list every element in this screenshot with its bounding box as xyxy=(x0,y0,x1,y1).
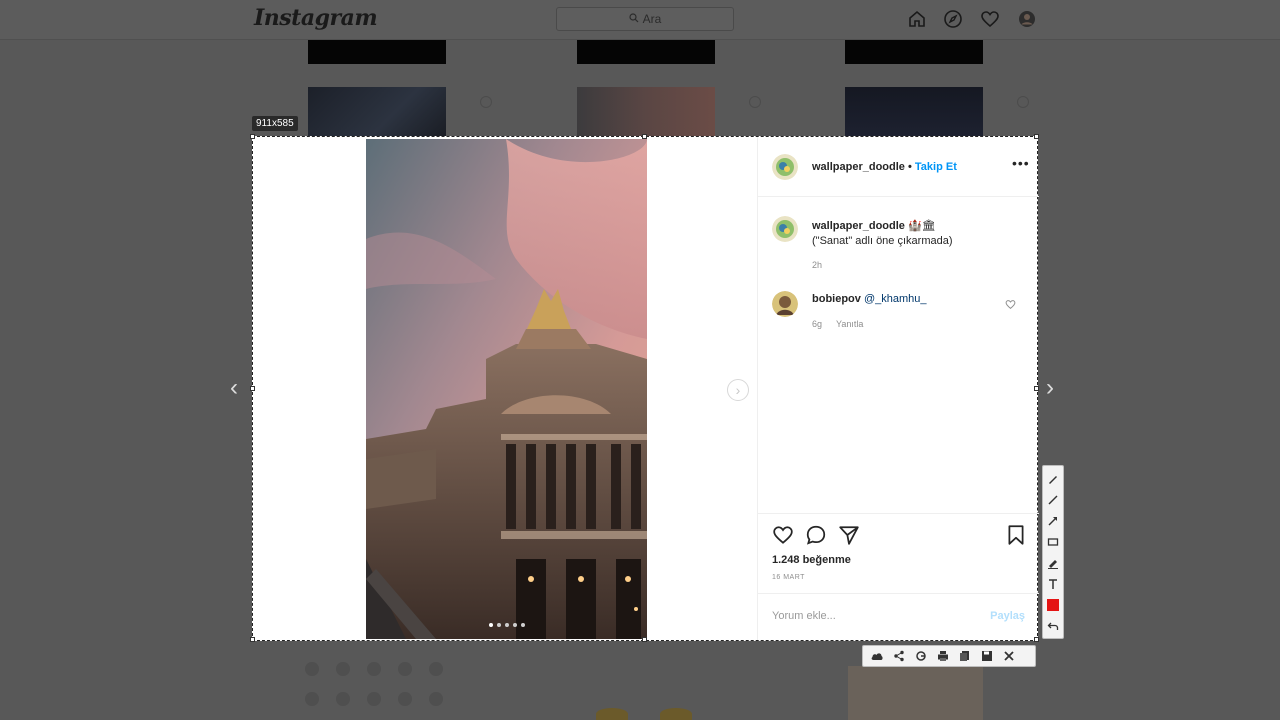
home-icon[interactable] xyxy=(906,8,928,30)
author-name[interactable]: wallpaper_doodle xyxy=(812,161,905,173)
resize-handle[interactable] xyxy=(250,386,255,391)
share-paper-plane-icon[interactable] xyxy=(838,524,860,551)
carousel-dots xyxy=(366,623,647,627)
save-icon[interactable] xyxy=(977,647,997,665)
more-options-icon[interactable]: ••• xyxy=(1012,155,1030,171)
grid-photo xyxy=(848,666,983,720)
post-actions: 1.248 beğenme 16 MART xyxy=(758,513,1039,603)
copy-icon[interactable] xyxy=(955,647,975,665)
grid-tile xyxy=(845,40,983,64)
caption-author[interactable]: wallpaper_doodle xyxy=(812,220,905,232)
heart-icon xyxy=(749,96,761,108)
chevron-left-icon[interactable]: ‹ xyxy=(230,374,238,402)
follow-button[interactable]: Takip Et xyxy=(915,161,957,173)
search-input[interactable]: Ara xyxy=(556,7,734,31)
chevron-right-icon[interactable]: › xyxy=(1046,374,1054,402)
search-icon xyxy=(629,12,639,26)
undo-icon[interactable] xyxy=(1044,617,1062,635)
comment-heart-icon[interactable] xyxy=(1005,297,1016,315)
grid-tile xyxy=(577,40,715,64)
resize-handle[interactable] xyxy=(1034,386,1039,391)
close-icon[interactable] xyxy=(999,647,1019,665)
marker-icon[interactable] xyxy=(1044,554,1062,572)
post-comment-button[interactable]: Paylaş xyxy=(990,610,1025,622)
post-photo xyxy=(366,139,647,639)
profile-avatar-icon[interactable] xyxy=(1016,8,1038,30)
resize-handle[interactable] xyxy=(642,134,647,139)
print-icon[interactable] xyxy=(933,647,953,665)
grid-photo xyxy=(308,87,446,137)
resize-handle[interactable] xyxy=(1034,134,1039,139)
rectangle-icon[interactable] xyxy=(1044,533,1062,551)
caption-line: wallpaper_doodle 🏰🏛 xyxy=(812,219,936,232)
comment-author[interactable]: bobiepov xyxy=(812,293,861,305)
emoji-row xyxy=(305,662,443,676)
resize-handle[interactable] xyxy=(250,134,255,139)
comment-bubble-icon[interactable] xyxy=(805,524,827,551)
grid-photo xyxy=(845,87,983,137)
line-icon[interactable] xyxy=(1044,491,1062,509)
pencil-icon[interactable] xyxy=(1044,470,1062,488)
search-placeholder: Ara xyxy=(642,12,662,26)
sticker xyxy=(660,708,692,720)
comment-input[interactable]: Yorum ekle... xyxy=(772,610,836,622)
drawing-toolbar xyxy=(1042,465,1064,639)
carousel-next-button[interactable]: › xyxy=(727,379,749,401)
heart-icon[interactable] xyxy=(979,8,1001,30)
post-date: 16 MART xyxy=(772,574,805,581)
compass-icon[interactable] xyxy=(942,8,964,30)
upload-cloud-icon[interactable] xyxy=(867,647,887,665)
capture-region[interactable]: › wallpaper_doodle • Takip Et ••• wallpa… xyxy=(252,136,1039,641)
separator: • xyxy=(907,161,912,173)
post-author-line: wallpaper_doodle • Takip Et xyxy=(812,161,957,173)
like-count[interactable]: 1.248 beğenme xyxy=(772,554,851,566)
post-details-panel: wallpaper_doodle • Takip Et ••• wallpape… xyxy=(757,137,1039,640)
comment-bar: Yorum ekle... Paylaş xyxy=(758,593,1039,640)
resize-handle[interactable] xyxy=(642,637,647,642)
grid-photo xyxy=(577,87,715,137)
share-icon[interactable] xyxy=(889,647,909,665)
instagram-logo[interactable]: Instagram xyxy=(254,5,378,31)
reply-link[interactable]: Yanıtla xyxy=(836,319,863,329)
sticker xyxy=(596,708,628,720)
bookmark-icon[interactable] xyxy=(1006,524,1026,551)
color-picker-icon[interactable] xyxy=(1044,596,1062,614)
caption-text: ("Sanat" adlı öne çıkarmada) xyxy=(812,235,953,247)
author-avatar[interactable] xyxy=(772,154,798,180)
resize-handle[interactable] xyxy=(250,637,255,642)
comment-mention[interactable]: @_khamhu_ xyxy=(864,293,927,305)
resize-handle[interactable] xyxy=(1034,637,1039,642)
heart-icon xyxy=(1017,96,1029,108)
post-header: wallpaper_doodle • Takip Et ••• xyxy=(758,137,1039,197)
comment-time: 6g xyxy=(812,319,823,329)
commenter-avatar[interactable] xyxy=(772,291,798,317)
capture-size-label: 911x585 xyxy=(252,116,298,131)
google-search-icon[interactable] xyxy=(911,647,931,665)
caption-emoji: 🏰🏛 xyxy=(907,220,936,232)
like-heart-icon[interactable] xyxy=(772,524,794,551)
caption-time: 2h xyxy=(812,260,823,270)
heart-icon xyxy=(480,96,492,108)
grid-tile xyxy=(308,40,446,64)
emoji-row xyxy=(305,692,443,706)
arrow-icon[interactable] xyxy=(1044,512,1062,530)
caption-avatar[interactable] xyxy=(772,216,798,242)
text-icon[interactable] xyxy=(1044,575,1062,593)
comment-line: bobiepov @_khamhu_ xyxy=(812,293,927,305)
instagram-header: Instagram Ara xyxy=(0,0,1280,40)
capture-action-toolbar xyxy=(862,645,1036,667)
